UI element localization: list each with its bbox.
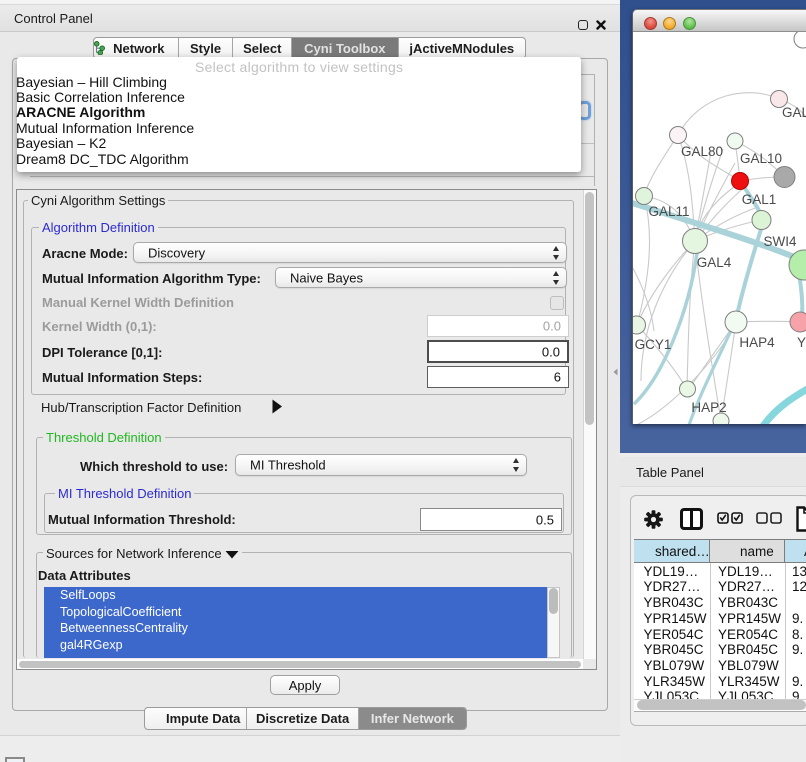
svg-text:GAL4: GAL4 xyxy=(697,255,732,270)
svg-text:SWI4: SWI4 xyxy=(763,234,796,249)
svg-text:GCY1: GCY1 xyxy=(635,337,672,352)
svg-text:HAP2: HAP2 xyxy=(691,400,726,415)
svg-text:GAL80: GAL80 xyxy=(681,144,723,159)
svg-text:GAL1: GAL1 xyxy=(742,192,777,207)
svg-text:GAL11: GAL11 xyxy=(648,204,689,219)
svg-text:GAL7: GAL7 xyxy=(782,105,806,120)
svg-text:GAL10: GAL10 xyxy=(740,151,782,166)
svg-text:Y: Y xyxy=(797,335,806,350)
svg-text:HAP4: HAP4 xyxy=(739,335,775,350)
